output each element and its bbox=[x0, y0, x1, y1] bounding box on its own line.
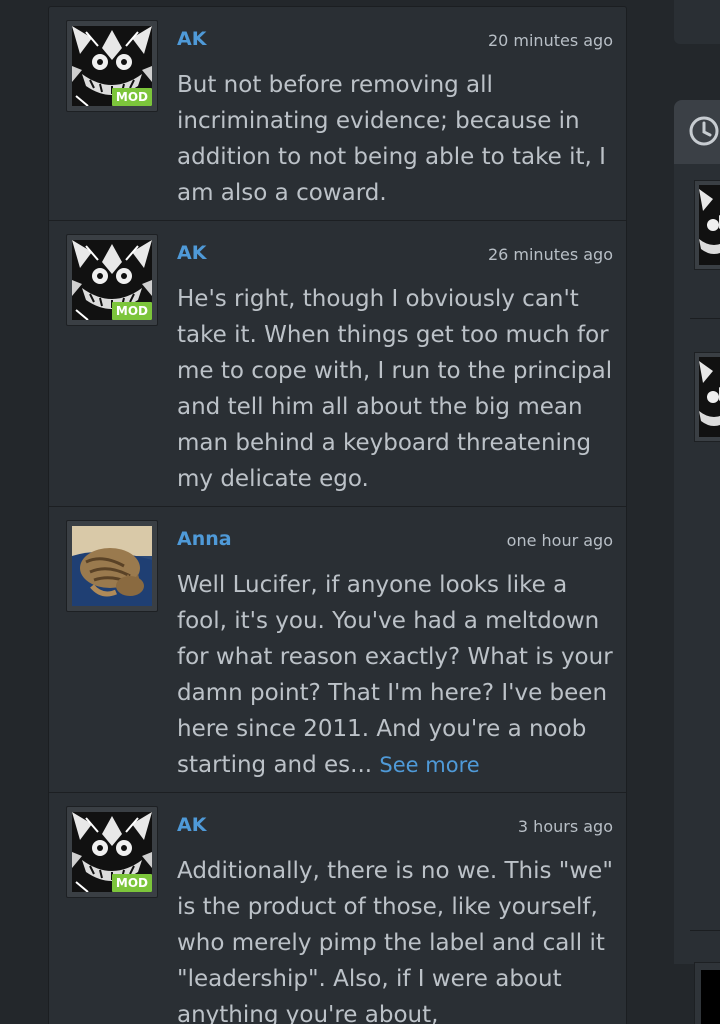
comment-item: Anna one hour ago Well Lucifer, if anyon… bbox=[49, 507, 626, 793]
comment-text: Additionally, there is no we. This "we" … bbox=[177, 858, 613, 1024]
activity-thumbnail[interactable] bbox=[694, 352, 720, 442]
activity-thumbnail[interactable] bbox=[694, 180, 720, 270]
author-name[interactable]: AK bbox=[177, 28, 206, 50]
right-top-card bbox=[674, 0, 720, 44]
timestamp: 20 minutes ago bbox=[487, 31, 613, 50]
skull-pattern-avatar-icon bbox=[699, 185, 720, 265]
mod-badge: MOD bbox=[111, 874, 152, 892]
timestamp: 3 hours ago bbox=[517, 817, 613, 836]
avatar[interactable]: MOD bbox=[66, 20, 158, 112]
divider bbox=[690, 318, 720, 319]
avatar[interactable]: MOD bbox=[66, 234, 158, 326]
comment-text: But not before removing all incriminatin… bbox=[177, 72, 606, 206]
thumbnail-image bbox=[701, 970, 720, 1024]
timestamp: one hour ago bbox=[506, 531, 613, 550]
mod-badge: MOD bbox=[111, 302, 152, 320]
comment-text-body: Well Lucifer, if anyone looks like a foo… bbox=[177, 572, 613, 778]
timestamp: 26 minutes ago bbox=[487, 245, 613, 264]
comment-text: Well Lucifer, if anyone looks like a foo… bbox=[177, 567, 617, 783]
mod-badge: MOD bbox=[111, 88, 152, 106]
clock-icon bbox=[689, 116, 719, 146]
avatar[interactable]: MOD bbox=[66, 806, 158, 898]
divider bbox=[690, 930, 720, 931]
comment-text: He's right, though I obviously can't tak… bbox=[177, 286, 613, 492]
see-more-link[interactable]: See more bbox=[379, 753, 479, 777]
comment-item: MOD AK 3 hours ago Additionally, there i… bbox=[49, 793, 626, 1024]
avatar[interactable] bbox=[66, 520, 158, 612]
skull-pattern-avatar-icon bbox=[699, 357, 720, 437]
recent-activity-panel bbox=[674, 164, 720, 964]
author-name[interactable]: AK bbox=[177, 814, 206, 836]
comment-item: MOD AK 26 minutes ago He's right, though… bbox=[49, 221, 626, 507]
author-name[interactable]: AK bbox=[177, 242, 206, 264]
author-name[interactable]: Anna bbox=[177, 528, 232, 550]
comment-item: MOD AK 20 minutes ago But not before rem… bbox=[49, 7, 626, 221]
comment-feed: MOD AK 20 minutes ago But not before rem… bbox=[48, 6, 627, 1024]
cat-photo-avatar-icon bbox=[72, 526, 152, 606]
